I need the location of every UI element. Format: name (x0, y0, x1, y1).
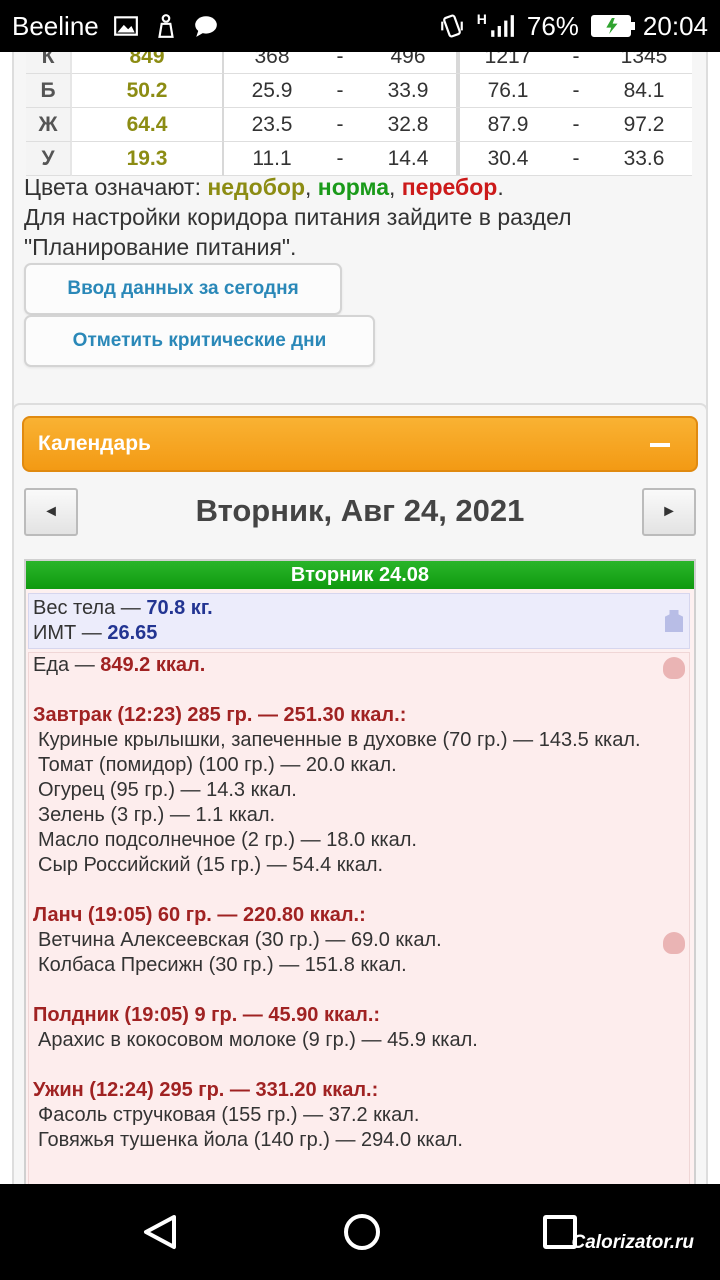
over-max: 1345 (596, 52, 692, 74)
range-dash: - (320, 52, 360, 74)
nutrition-table: К 849 368-496 1217-1345 Б 50.2 25.9-33.9 76.1-8… (26, 52, 692, 176)
norm-min: 23.5 (224, 108, 320, 142)
legend-under: недобор (207, 174, 306, 200)
food-item[interactable]: Огурец (95 гр.) — 14.3 ккал. (33, 778, 673, 803)
meal-title[interactable]: Завтрак (12:23) 285 гр. — 251.30 ккал.: (33, 703, 673, 728)
over-min: 76.1 (460, 74, 556, 108)
range-dash: - (320, 142, 360, 176)
norm-min: 11.1 (224, 142, 320, 176)
over-max: 97.2 (596, 108, 692, 142)
food-item[interactable]: Куриные крылышки, запеченные в духовке (… (33, 728, 673, 753)
weight-label: Вес тела — (33, 597, 147, 619)
weight-value: 70.8 кг. (146, 597, 213, 619)
legend-over: перебор (401, 174, 498, 200)
watermark: Calorizator.ru (571, 1232, 694, 1253)
nutrient-label: Б (26, 74, 72, 108)
food-log[interactable]: Еда — 849.2 ккал. Завтрак (12:23) 285 гр… (28, 652, 690, 1184)
norm-max: 14.4 (360, 142, 456, 176)
nutrient-row: К 849 368-496 1217-1345 (26, 52, 692, 74)
food-item[interactable]: Арахис в кокосовом молоке (9 гр.) — 45.9… (33, 1028, 673, 1053)
food-item[interactable]: Томат (помидор) (100 гр.) — 20.0 ккал. (33, 753, 673, 778)
calendar-header[interactable]: Календарь (22, 416, 698, 472)
norm-max: 32.8 (360, 108, 456, 142)
network-type: H (476, 11, 487, 27)
food-item[interactable]: Колбаса Пресижн (30 гр.) — 151.8 ккал. (33, 953, 673, 978)
range-dash: - (320, 108, 360, 142)
mark-critical-days-button[interactable]: Отметить критические дни (24, 315, 375, 367)
hand-icon (663, 932, 685, 954)
bmi-value: 26.65 (107, 622, 158, 644)
food-item[interactable]: Говяжья тушенка йола (140 гр.) — 294.0 к… (33, 1128, 673, 1153)
legend-period: . (497, 174, 504, 200)
battery-charging-icon (590, 15, 635, 37)
body-stats[interactable]: Вес тела — 70.8 кг. ИМТ — 26.65 (28, 593, 690, 649)
legend-comma: , (305, 174, 318, 200)
nutrient-label: У (26, 142, 72, 176)
range-dash: - (556, 52, 596, 74)
food-item[interactable]: Фасоль стручковая (155 гр.) — 37.2 ккал. (33, 1103, 673, 1128)
food-total-value: 849.2 ккал. (100, 654, 206, 676)
bmi-label: ИМТ — (33, 622, 108, 644)
navigation-bar: Calorizator.ru (0, 1184, 720, 1280)
meal-title[interactable]: Полдник (19:05) 9 гр. — 45.90 ккал.: (33, 1003, 673, 1028)
norm-max: 33.9 (360, 74, 456, 108)
nutrient-value: 849 (72, 52, 224, 74)
food-item[interactable]: Сыр Российский (15 гр.) — 54.4 ккал. (33, 853, 673, 878)
next-day-button[interactable]: ► (642, 488, 696, 536)
nutrient-value: 64.4 (72, 108, 224, 142)
over-min: 30.4 (460, 142, 556, 176)
collapse-icon[interactable] (650, 443, 670, 447)
over-min: 87.9 (460, 108, 556, 142)
meal-title[interactable]: Ланч (19:05) 60 гр. — 220.80 ккал.: (33, 903, 673, 928)
range-dash: - (320, 74, 360, 108)
settings-hint: Для настройки коридора питания зайдите в… (24, 204, 572, 260)
norm-min: 25.9 (224, 74, 320, 108)
meal-title[interactable]: Ужин (12:24) 295 гр. — 331.20 ккал.: (33, 1078, 673, 1103)
page-content: К 849 368-496 1217-1345 Б 50.2 25.9-33.9 76.1-8… (0, 52, 720, 1184)
hand-icon (663, 657, 685, 679)
nutrient-label: Ж (26, 108, 72, 142)
calendar-title: Календарь (38, 432, 151, 455)
nutrient-row: Ж 64.4 23.5-32.8 87.9-97.2 (26, 108, 692, 142)
over-max: 84.1 (596, 74, 692, 108)
chat-icon (194, 16, 217, 37)
status-bar: Beeline H 76% 20:04 (0, 0, 720, 52)
color-legend: Цвета означают: недобор, норма, перебор.… (24, 172, 704, 262)
over-max: 33.6 (596, 142, 692, 176)
food-item[interactable]: Масло подсолнечное (2 гр.) — 18.0 ккал. (33, 828, 673, 853)
norm-max: 496 (360, 52, 456, 74)
food-item[interactable]: Зелень (3 гр.) — 1.1 ккал. (33, 803, 673, 828)
food-item[interactable]: Ветчина Алексеевская (30 гр.) — 69.0 кка… (33, 928, 673, 953)
legend-prefix: Цвета означают: (24, 174, 208, 200)
over-min: 1217 (460, 52, 556, 74)
carrier-name: Beeline (12, 10, 99, 41)
day-header[interactable]: Вторник 24.08 (26, 561, 694, 589)
meal-list: Завтрак (12:23) 285 гр. — 251.30 ккал.: К… (33, 703, 673, 1153)
legend-comma: , (389, 174, 402, 200)
nutrient-label: К (26, 52, 72, 74)
nutrient-row: Б 50.2 25.9-33.9 76.1-84.1 (26, 74, 692, 108)
norm-min: 368 (224, 52, 320, 74)
nutrient-row: У 19.3 11.1-14.4 30.4-33.6 (26, 142, 692, 176)
nutrient-value: 50.2 (72, 74, 224, 108)
home-icon[interactable] (344, 1214, 380, 1250)
enter-today-button[interactable]: Ввод данных за сегодня (24, 263, 342, 315)
food-total-label: Еда — (33, 654, 101, 676)
vibrate-icon (440, 14, 463, 38)
legend-norm: норма (317, 174, 389, 200)
signal-icon (491, 15, 514, 37)
back-icon[interactable] (140, 1214, 180, 1250)
cleaner-icon (157, 14, 174, 38)
image-icon (113, 16, 138, 36)
prev-day-button[interactable]: ◄ (24, 488, 78, 536)
range-dash: - (556, 108, 596, 142)
range-dash: - (556, 74, 596, 108)
calendar-date: Вторник, Авг 24, 2021 (195, 493, 525, 528)
clock: 20:04 (642, 10, 708, 41)
nutrient-value: 19.3 (72, 142, 224, 176)
battery-percent: 76% (526, 10, 579, 41)
range-dash: - (556, 142, 596, 176)
